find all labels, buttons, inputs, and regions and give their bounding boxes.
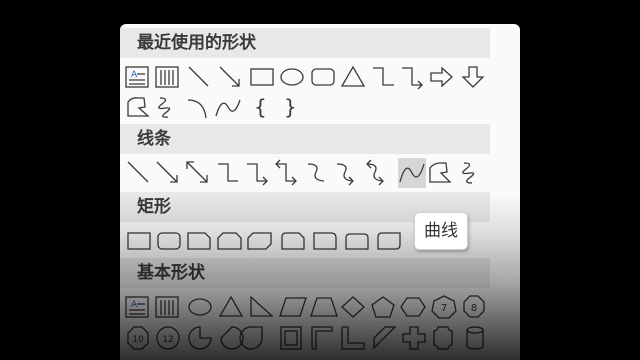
section-header-recent: 最近使用的形状 xyxy=(120,28,490,58)
right-brace-shape-icon[interactable]: } xyxy=(284,95,297,119)
parallelogram-icon[interactable] xyxy=(279,297,307,317)
curved-arrow-connector-icon[interactable] xyxy=(336,163,354,186)
right-arrow-shape-icon[interactable] xyxy=(430,66,453,88)
plaque-icon[interactable] xyxy=(433,326,453,350)
curved-double-arrow-connector-icon[interactable] xyxy=(366,159,384,186)
diamond-icon[interactable] xyxy=(341,296,365,318)
snip-single-corner-rectangle-icon[interactable] xyxy=(187,232,211,250)
l-shape-icon[interactable] xyxy=(341,326,365,350)
snip-same-side-corner-rectangle-icon[interactable] xyxy=(217,232,242,250)
decagon-icon[interactable]: 10 xyxy=(127,326,149,350)
arc-shape-icon[interactable] xyxy=(187,99,207,119)
snip-round-single-corner-rectangle-icon[interactable] xyxy=(281,232,305,250)
shape-tooltip: 曲线 xyxy=(414,212,468,250)
snip-diagonal-corner-rectangle-icon[interactable] xyxy=(247,232,272,250)
rectangle-icon[interactable] xyxy=(127,232,151,250)
svg-text:{: { xyxy=(254,95,267,119)
section-header-lines: 线条 xyxy=(120,124,490,154)
down-arrow-shape-icon[interactable] xyxy=(461,66,485,88)
double-arrow-line-icon[interactable] xyxy=(186,161,208,183)
rounded-rectangle-icon[interactable] xyxy=(157,232,181,250)
text-box-shape-icon[interactable]: A xyxy=(125,66,149,88)
line-icon[interactable] xyxy=(127,161,149,183)
rectangle-shapes-row xyxy=(124,228,414,254)
curve-shape-icon[interactable] xyxy=(215,99,241,117)
svg-text:A: A xyxy=(131,70,138,80)
dodecagon-icon[interactable]: 12 xyxy=(156,326,180,350)
svg-text:12: 12 xyxy=(162,335,173,345)
elbow-double-arrow-connector-icon[interactable] xyxy=(275,159,297,186)
svg-text:10: 10 xyxy=(132,335,144,345)
round-single-corner-rectangle-icon[interactable] xyxy=(313,232,337,250)
trapezoid-icon[interactable] xyxy=(310,297,338,317)
basic-oval-icon[interactable] xyxy=(188,298,212,316)
section-header-basic-shapes: 基本形状 xyxy=(120,258,490,288)
scribble-icon[interactable] xyxy=(462,162,475,184)
round-same-side-corner-rectangle-icon[interactable] xyxy=(345,233,369,250)
line-shape-icon[interactable] xyxy=(188,66,209,87)
can-icon[interactable] xyxy=(466,326,484,350)
right-triangle-icon[interactable] xyxy=(250,295,274,317)
recent-shapes-row-1: A xyxy=(124,64,494,90)
arrow-line-icon[interactable] xyxy=(156,161,178,183)
svg-text:8: 8 xyxy=(471,303,477,314)
freeform-shape-icon[interactable] xyxy=(127,97,150,117)
pentagon-icon[interactable] xyxy=(371,296,395,318)
rectangle-shape-icon[interactable] xyxy=(250,68,274,86)
cross-icon[interactable] xyxy=(402,326,426,350)
freeform-icon[interactable] xyxy=(429,162,452,183)
recent-shapes-row-2: { } xyxy=(124,94,494,120)
arrow-line-shape-icon[interactable] xyxy=(219,66,240,87)
svg-text:7: 7 xyxy=(441,303,447,314)
vertical-text-box-shape-icon[interactable] xyxy=(155,66,179,88)
basic-shapes-row-1: A 7 8 xyxy=(124,294,494,320)
triangle-shape-icon[interactable] xyxy=(340,65,366,87)
lines-shapes-row xyxy=(124,158,494,188)
left-brace-shape-icon[interactable]: { xyxy=(254,95,267,119)
rounded-rectangle-shape-icon[interactable] xyxy=(311,68,335,86)
elbow-connector-icon[interactable] xyxy=(218,163,238,182)
elbow-arrow-connector-shape-icon[interactable] xyxy=(402,67,423,90)
svg-text:}: } xyxy=(284,95,297,119)
elbow-arrow-connector-icon[interactable] xyxy=(247,163,268,186)
hexagon-icon[interactable] xyxy=(400,297,426,317)
basic-triangle-icon[interactable] xyxy=(218,295,244,317)
oval-shape-icon[interactable] xyxy=(280,68,304,86)
scribble-shape-icon[interactable] xyxy=(158,97,171,118)
basic-shapes-row-2: 10 12 xyxy=(124,324,494,350)
diagonal-stripe-icon[interactable] xyxy=(373,326,397,350)
heptagon-icon[interactable]: 7 xyxy=(431,295,457,319)
half-frame-icon[interactable] xyxy=(311,326,333,350)
octagon-icon[interactable]: 8 xyxy=(463,295,485,318)
shapes-gallery-panel: 最近使用的形状 A {} 线条 矩形 基本形状 A 7 8 10 12 xyxy=(120,24,520,360)
round-diagonal-corner-rectangle-icon[interactable] xyxy=(377,232,401,250)
basic-vertical-text-box-icon[interactable] xyxy=(155,296,179,318)
svg-text:A: A xyxy=(131,300,138,310)
frame-icon[interactable] xyxy=(280,326,302,350)
elbow-connector-shape-icon[interactable] xyxy=(373,67,394,86)
curved-connector-icon[interactable] xyxy=(307,163,325,182)
pie-icon[interactable] xyxy=(188,326,212,350)
basic-text-box-icon[interactable]: A xyxy=(125,296,149,318)
